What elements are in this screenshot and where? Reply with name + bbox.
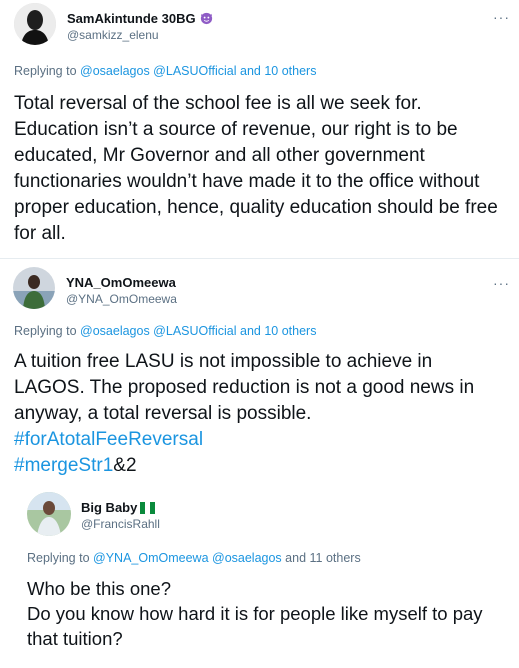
handle[interactable]: @YNA_OmOmeewa [66, 292, 177, 306]
display-name[interactable]: YNA_OmOmeewa [66, 275, 176, 290]
reply-others[interactable]: and 10 others [240, 324, 316, 338]
reply-mentions[interactable]: @osaelagos @LASUOfficial [80, 324, 236, 338]
replying-to: Replying to @osaelagos @LASUOfficial and… [14, 324, 316, 338]
nigeria-flag-icon [140, 502, 156, 517]
display-name[interactable]: Big Baby [81, 500, 156, 517]
avatar-photo [27, 492, 71, 536]
tweet-text: A tuition free LASU is not impossible to… [14, 351, 475, 424]
more-options-icon[interactable]: ··· [493, 276, 510, 290]
hashtag-link[interactable]: #forAtotalFeeReversal [14, 429, 203, 450]
handle[interactable]: @samkizz_elenu [67, 28, 159, 42]
reply-mentions[interactable]: @YNA_OmOmeewa @osaelagos [93, 551, 282, 565]
handle[interactable]: @FrancisRahll [81, 517, 160, 531]
replying-prefix: Replying to [27, 551, 90, 565]
replying-prefix: Replying to [14, 324, 77, 338]
more-options-icon[interactable]: ··· [493, 10, 510, 24]
tweet-text: Total reversal of the school fee is all … [14, 93, 498, 244]
tweet-1[interactable]: SamAkintunde 30BG @samkizz_elenu ··· Rep… [0, 0, 519, 258]
avatar[interactable] [14, 3, 56, 45]
reply-others[interactable]: and 10 others [240, 64, 316, 78]
tweet-2[interactable]: YNA_OmOmeewa @YNA_OmOmeewa ··· Replying … [0, 259, 519, 484]
tweet-text-block: Who be this one? Do you know how hard it… [27, 576, 507, 651]
avatar[interactable] [27, 492, 71, 536]
replying-prefix: Replying to [14, 64, 77, 78]
replying-to: Replying to @osaelagos @LASUOfficial and… [14, 64, 316, 78]
avatar[interactable] [13, 267, 55, 309]
reply-mentions[interactable]: @osaelagos @LASUOfficial [80, 64, 236, 78]
tweet-text-block: A tuition free LASU is not impossible to… [14, 349, 506, 479]
tweet-text-line: Who be this one? [27, 578, 171, 599]
tweet-3[interactable]: Big Baby @FrancisRahll Replying to @YNA_… [0, 484, 519, 668]
avatar-photo [14, 3, 56, 45]
hashtag-tail: &2 [113, 455, 137, 476]
display-name[interactable]: SamAkintunde 30BG [67, 10, 214, 28]
smiling-devil-icon [199, 10, 214, 28]
tweet-text-line: Do you know how hard it is for people li… [27, 603, 483, 649]
reply-others[interactable]: and 11 others [285, 551, 361, 565]
replying-to: Replying to @YNA_OmOmeewa @osaelagos and… [27, 551, 361, 565]
avatar-photo [13, 267, 55, 309]
hashtag-link[interactable]: #mergeStr1 [14, 455, 113, 476]
